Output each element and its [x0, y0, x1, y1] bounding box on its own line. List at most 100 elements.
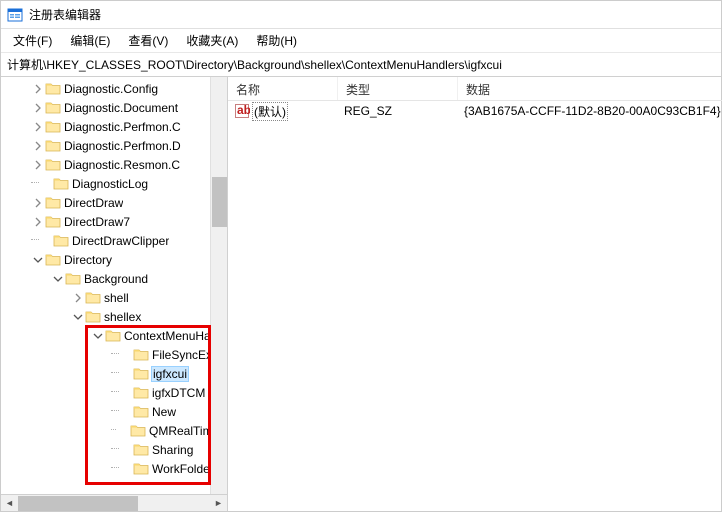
- chevron-right-icon[interactable]: [71, 291, 85, 305]
- tree-item-label: DirectDraw: [64, 196, 123, 210]
- value-row[interactable]: ab(默认)REG_SZ{3AB1675A-CCFF-11D2-8B20-00A…: [228, 101, 722, 121]
- tree-item[interactable]: DiagnosticLog: [1, 174, 227, 193]
- tree-item-label: igfxDTCM: [152, 386, 205, 400]
- folder-icon: [45, 101, 61, 115]
- tree-leader: [116, 424, 130, 438]
- tree-item[interactable]: DirectDrawClipper: [1, 231, 227, 250]
- tree-vscrollbar[interactable]: [210, 77, 227, 494]
- addressbar: [1, 53, 721, 77]
- tree-item[interactable]: New: [1, 402, 227, 421]
- list-body[interactable]: ab(默认)REG_SZ{3AB1675A-CCFF-11D2-8B20-00A…: [228, 101, 722, 511]
- tree-item-label: igfxcui: [152, 367, 188, 381]
- chevron-down-icon[interactable]: [71, 310, 85, 324]
- folder-icon: [53, 177, 69, 191]
- tree-leader: [119, 443, 133, 457]
- tree-item[interactable]: igfxcui: [1, 364, 227, 383]
- chevron-right-icon[interactable]: [31, 120, 45, 134]
- folder-icon: [133, 405, 149, 419]
- string-value-icon: ab: [234, 103, 250, 119]
- folder-icon: [65, 272, 81, 286]
- tree-item-label: Diagnostic.Perfmon.D: [64, 139, 181, 153]
- menu-file[interactable]: 文件(F): [5, 29, 60, 52]
- tree-item[interactable]: Diagnostic.Perfmon.D: [1, 136, 227, 155]
- folder-icon: [85, 310, 101, 324]
- folder-icon: [130, 424, 146, 438]
- chevron-down-icon[interactable]: [51, 272, 65, 286]
- folder-icon: [45, 82, 61, 96]
- tree-item-label: Diagnostic.Perfmon.C: [64, 120, 181, 134]
- main-pane: Diagnostic.Config Diagnostic.Document Diag…: [1, 77, 721, 511]
- tree-leader: [119, 386, 133, 400]
- chevron-down-icon[interactable]: [91, 329, 105, 343]
- folder-icon: [133, 386, 149, 400]
- chevron-right-icon[interactable]: [31, 215, 45, 229]
- chevron-down-icon[interactable]: [31, 253, 45, 267]
- tree-item-label: DiagnosticLog: [72, 177, 148, 191]
- folder-icon: [45, 196, 61, 210]
- tree-leader: [39, 234, 53, 248]
- address-input[interactable]: [7, 58, 715, 72]
- window-title: 注册表编辑器: [29, 6, 101, 23]
- menubar: 文件(F) 编辑(E) 查看(V) 收藏夹(A) 帮助(H): [1, 29, 721, 53]
- tree-leader: [119, 367, 133, 381]
- folder-icon: [45, 215, 61, 229]
- tree-leader: [119, 405, 133, 419]
- tree-item[interactable]: Background: [1, 269, 227, 288]
- tree-leader: [119, 348, 133, 362]
- folder-icon: [105, 329, 121, 343]
- value-type: REG_SZ: [338, 104, 458, 118]
- chevron-right-icon[interactable]: [31, 82, 45, 96]
- tree-item[interactable]: WorkFolders: [1, 459, 227, 478]
- tree-item[interactable]: DirectDraw: [1, 193, 227, 212]
- tree-leader: [119, 462, 133, 476]
- chevron-right-icon[interactable]: [31, 196, 45, 210]
- tree-item-label: Directory: [64, 253, 112, 267]
- tree-item[interactable]: ContextMenuHandlers: [1, 326, 227, 345]
- tree-item[interactable]: shell: [1, 288, 227, 307]
- folder-icon: [133, 443, 149, 457]
- chevron-right-icon[interactable]: [31, 101, 45, 115]
- tree-item[interactable]: FileSyncEx: [1, 345, 227, 364]
- tree-item-label: DirectDrawClipper: [72, 234, 169, 248]
- list-header: 名称 类型 数据: [228, 77, 722, 101]
- folder-icon: [45, 120, 61, 134]
- chevron-right-icon[interactable]: [31, 139, 45, 153]
- scroll-right-icon[interactable]: ►: [210, 496, 227, 511]
- tree-item-label: FileSyncEx: [152, 348, 212, 362]
- tree-item-label: Sharing: [152, 443, 193, 457]
- value-data: {3AB1675A-CCFF-11D2-8B20-00A0C93CB1F4}: [458, 104, 722, 118]
- titlebar: 注册表编辑器: [1, 1, 721, 29]
- folder-icon: [45, 158, 61, 172]
- tree-item[interactable]: DirectDraw7: [1, 212, 227, 231]
- tree-hscrollbar[interactable]: ◄ ►: [1, 494, 227, 511]
- tree-item[interactable]: igfxDTCM: [1, 383, 227, 402]
- folder-icon: [45, 253, 61, 267]
- folder-icon: [133, 348, 149, 362]
- scroll-left-icon[interactable]: ◄: [1, 496, 18, 511]
- folder-icon: [85, 291, 101, 305]
- menu-view[interactable]: 查看(V): [120, 29, 176, 52]
- folder-icon: [53, 234, 69, 248]
- menu-favorites[interactable]: 收藏夹(A): [178, 29, 246, 52]
- tree-item[interactable]: Sharing: [1, 440, 227, 459]
- folder-icon: [133, 462, 149, 476]
- tree-item[interactable]: shellex: [1, 307, 227, 326]
- tree-item[interactable]: Diagnostic.Perfmon.C: [1, 117, 227, 136]
- tree-item[interactable]: Diagnostic.Document: [1, 98, 227, 117]
- list-pane: 名称 类型 数据 ab(默认)REG_SZ{3AB1675A-CCFF-11D2…: [228, 77, 722, 511]
- tree-scroll[interactable]: Diagnostic.Config Diagnostic.Document Diag…: [1, 77, 227, 494]
- tree-item[interactable]: Directory: [1, 250, 227, 269]
- tree-item-label: shellex: [104, 310, 141, 324]
- tree-item[interactable]: Diagnostic.Resmon.C: [1, 155, 227, 174]
- column-data[interactable]: 数据: [458, 77, 722, 100]
- menu-help[interactable]: 帮助(H): [248, 29, 305, 52]
- tree-item-label: Background: [84, 272, 148, 286]
- tree-item-label: Diagnostic.Config: [64, 82, 158, 96]
- menu-edit[interactable]: 编辑(E): [62, 29, 118, 52]
- tree-item-label: Diagnostic.Document: [64, 101, 178, 115]
- tree-item[interactable]: Diagnostic.Config: [1, 79, 227, 98]
- column-type[interactable]: 类型: [338, 77, 458, 100]
- chevron-right-icon[interactable]: [31, 158, 45, 172]
- tree-item[interactable]: QMRealTimeProtection: [1, 421, 227, 440]
- column-name[interactable]: 名称: [228, 77, 338, 100]
